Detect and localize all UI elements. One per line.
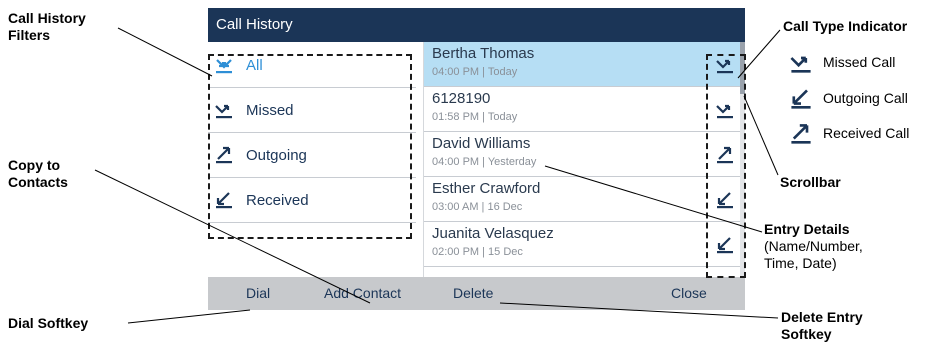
legend-label: Received Call — [823, 125, 910, 141]
missed-call-icon — [790, 56, 811, 73]
callout-desc-line: Time, Date) — [764, 255, 837, 271]
callout-line-filters — [117, 27, 213, 77]
callout-line: Filters — [8, 27, 51, 43]
callout-line-entry-details — [544, 165, 763, 233]
received-call-icon — [791, 124, 811, 144]
callout-desc-line: (Name/Number, — [764, 238, 863, 254]
callout-line: Call History — [8, 10, 86, 26]
callout-line-scrollbar — [743, 95, 779, 176]
callout-copy-to-contacts: Copy to Contacts — [8, 157, 68, 191]
callout-call-history-filters: Call History Filters — [8, 10, 86, 44]
legend-label: Outgoing Call — [823, 90, 908, 106]
legend-label: Missed Call — [823, 54, 896, 70]
callout-line: Softkey — [781, 326, 832, 342]
callout-line: Contacts — [8, 174, 68, 190]
callout-entry-details: Entry Details (Name/Number, Time, Date) — [764, 221, 863, 272]
legend-received-call: Received Call — [789, 121, 949, 147]
callout-delete-entry-softkey: Delete Entry Softkey — [781, 309, 863, 343]
callout-title: Entry Details — [764, 221, 850, 237]
callout-line: Delete Entry — [781, 309, 863, 325]
callout-call-type-indicator: Call Type Indicator — [783, 18, 908, 34]
callout-line-delete — [499, 302, 779, 319]
callout-dial-softkey: Dial Softkey — [8, 315, 89, 331]
callout-line: Copy to — [8, 157, 61, 173]
callout-line-call-type — [737, 29, 781, 79]
legend-outgoing-call: Outgoing Call — [789, 86, 949, 112]
outgoing-call-icon — [791, 89, 811, 109]
callout-scrollbar: Scrollbar — [780, 174, 841, 190]
legend-missed-call: Missed Call — [789, 50, 949, 76]
callout-line-copy-to-contacts — [94, 169, 371, 304]
callout-line-dial — [127, 309, 251, 324]
